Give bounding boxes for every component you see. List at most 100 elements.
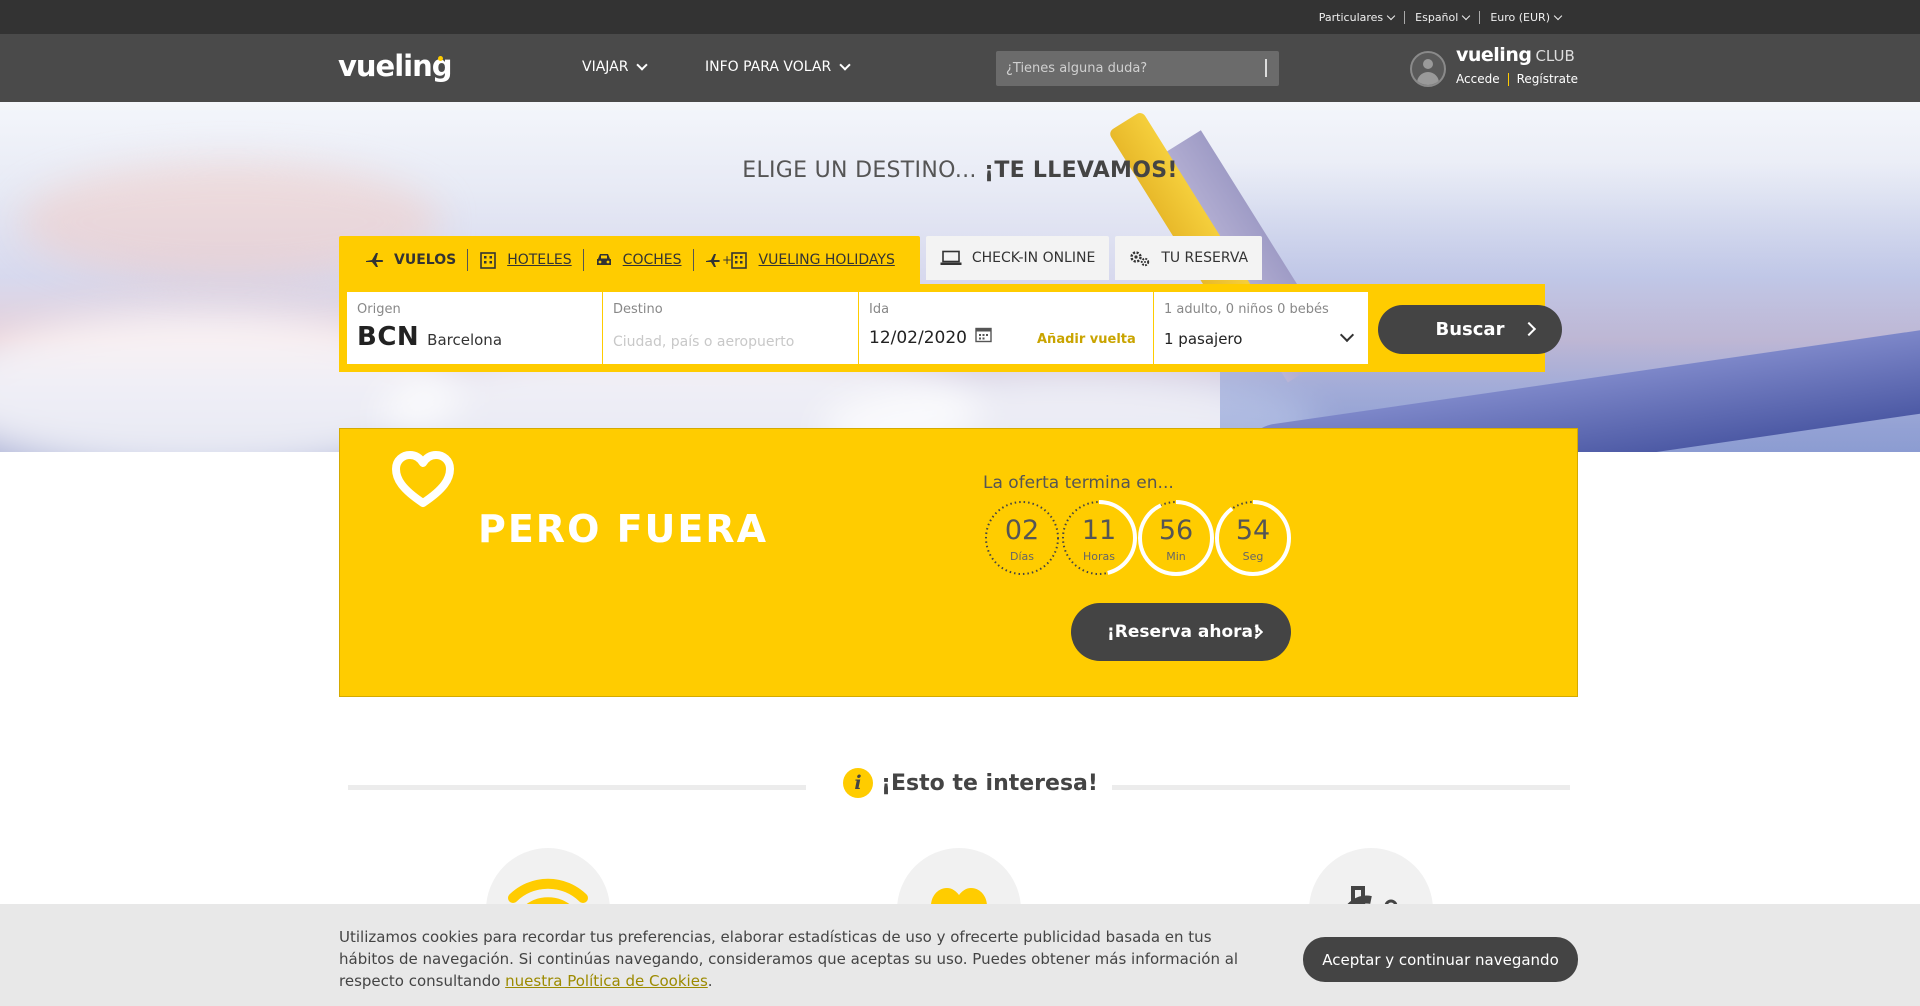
countdown-days-unit: Días <box>1010 550 1034 563</box>
laptop-icon <box>940 250 962 265</box>
club-brand: vueling CLUB <box>1456 44 1575 66</box>
countdown-minutes: 56 Min <box>1137 499 1215 577</box>
divider <box>1112 785 1570 790</box>
search-tabs: VUELOS HOTELES COCHES + VUELING HOLIDAYS… <box>339 236 1263 284</box>
divider <box>1507 73 1509 86</box>
plane-icon <box>366 253 384 267</box>
nav-info-label: INFO PARA VOLAR <box>705 59 832 75</box>
gears-icon <box>1130 251 1150 267</box>
countdown-minutes-value: 56 <box>1158 515 1194 546</box>
destination-label: Destino <box>613 302 663 317</box>
book-now-label: ¡Reserva ahora! <box>1107 622 1261 642</box>
cookie-message: Utilizamos cookies para recordar tus pre… <box>339 928 1239 990</box>
tab-coches-label: COCHES <box>622 252 682 268</box>
nav-viajar[interactable]: VIAJAR <box>582 58 649 75</box>
promo-title: PERO FUERA <box>478 507 769 551</box>
chevron-right-icon <box>1521 321 1537 337</box>
interest-title: i ¡Esto te interesa! <box>843 768 1098 798</box>
nav-viajar-label: VIAJAR <box>582 59 629 75</box>
countdown-days: 02 Días <box>983 499 1061 577</box>
origin-city: Barcelona <box>427 331 503 349</box>
departure-value: 12/02/2020 <box>869 326 992 348</box>
utility-bar: Particulares Español Euro (EUR) <box>0 0 1920 34</box>
accept-cookies-label: Aceptar y continuar navegando <box>1322 950 1559 969</box>
logo-dot-icon <box>438 56 443 61</box>
search-button-label: Buscar <box>1435 319 1505 340</box>
interest-title-text: ¡Esto te interesa! <box>881 770 1098 796</box>
add-return-link[interactable]: Añadir vuelta <box>1037 332 1136 347</box>
login-link[interactable]: Accede <box>1456 72 1500 86</box>
divider <box>348 785 806 790</box>
info-icon: i <box>843 768 873 798</box>
countdown-seconds: 54 Seg <box>1214 499 1292 577</box>
flight-search-form: Origen BCN Barcelona Destino Ciudad, paí… <box>339 284 1562 372</box>
language-selector[interactable]: Español <box>1404 10 1479 24</box>
currency-label: Euro (EUR) <box>1490 10 1550 24</box>
hotel-icon <box>480 252 496 269</box>
segment-selector[interactable]: Particulares <box>1309 11 1404 24</box>
origin-code: BCN <box>357 322 420 352</box>
calendar-icon[interactable] <box>975 326 992 343</box>
origin-field[interactable]: Origen BCN Barcelona <box>347 292 602 364</box>
countdown-days-value: 02 <box>1004 515 1040 546</box>
countdown-seconds-value: 54 <box>1235 515 1271 546</box>
tab-tu-reserva[interactable]: TU RESERVA <box>1115 236 1263 280</box>
language-label: Español <box>1415 10 1459 24</box>
club-brand-suffix: CLUB <box>1535 47 1575 65</box>
cookie-message-end: . <box>707 972 713 990</box>
hero-title-bold: ¡TE LLEVAMOS! <box>984 158 1178 183</box>
plane-plus-hotel-icon: + <box>705 252 747 269</box>
tab-hoteles-label: HOTELES <box>507 252 572 268</box>
chevron-down-icon <box>1386 11 1396 20</box>
chevron-down-icon <box>1553 11 1563 20</box>
tab-vueling-holidays[interactable]: + VUELING HOLIDAYS <box>692 249 906 271</box>
passengers-summary: 1 adulto, 0 niños 0 bebés <box>1164 302 1329 317</box>
help-search-input[interactable] <box>1006 61 1246 76</box>
car-icon <box>596 254 611 265</box>
user-avatar-icon[interactable] <box>1410 51 1446 87</box>
tab-hoteles[interactable]: HOTELES <box>467 249 582 271</box>
cookie-banner: Utilizamos cookies para recordar tus pre… <box>0 904 1920 1006</box>
tab-vuelos-label: VUELOS <box>394 252 457 268</box>
book-now-button[interactable]: ¡Reserva ahora! <box>1071 603 1291 661</box>
segment-label: Particulares <box>1318 10 1384 24</box>
currency-selector[interactable]: Euro (EUR) <box>1479 10 1571 24</box>
search-button[interactable]: Buscar <box>1378 305 1562 354</box>
chevron-down-icon <box>636 58 649 71</box>
passengers-field[interactable]: 1 adulto, 0 niños 0 bebés 1 pasajero <box>1154 292 1368 364</box>
tab-check-in-online[interactable]: CHECK-IN ONLINE <box>925 236 1110 280</box>
chevron-down-icon <box>839 58 851 71</box>
tab-coches[interactable]: COCHES <box>582 249 693 271</box>
countdown-minutes-unit: Min <box>1166 550 1186 563</box>
tab-vueling-holidays-label: VUELING HOLIDAYS <box>758 252 895 268</box>
origin-value: BCN Barcelona <box>357 322 502 352</box>
countdown-label: La oferta termina en... <box>983 473 1174 493</box>
nav-info-para-volar[interactable]: INFO PARA VOLAR <box>705 58 851 75</box>
register-link[interactable]: Regístrate <box>1517 72 1578 86</box>
departure-date: 12/02/2020 <box>869 328 967 348</box>
chevron-down-icon <box>1339 327 1355 343</box>
vueling-logo[interactable]: vueling <box>338 49 453 83</box>
tab-tu-reserva-label: TU RESERVA <box>1161 250 1249 266</box>
countdown-hours-unit: Horas <box>1083 550 1115 563</box>
origin-label: Origen <box>357 302 401 317</box>
promo-banner: PERO FUERA La oferta termina en... 02 Dí… <box>339 428 1578 697</box>
passengers-value: 1 pasajero <box>1164 330 1243 348</box>
destination-field[interactable]: Destino Ciudad, país o aeropuerto <box>603 292 858 364</box>
countdown-hours: 11 Horas <box>1060 499 1138 577</box>
countdown-hours-value: 11 <box>1081 515 1117 546</box>
hero-title: ELIGE UN DESTINO... ¡TE LLEVAMOS! <box>0 158 1920 183</box>
tab-check-in-label: CHECK-IN ONLINE <box>971 250 1096 266</box>
booking-tabs-group: VUELOS HOTELES COCHES + VUELING HOLIDAYS <box>339 236 920 284</box>
chevron-down-icon <box>1462 11 1471 20</box>
tab-vuelos[interactable]: VUELOS <box>353 249 467 271</box>
hero-title-plain: ELIGE UN DESTINO... <box>742 158 984 183</box>
interest-section-header: i ¡Esto te interesa! <box>0 768 1920 798</box>
departure-label: Ida <box>869 302 890 317</box>
heart-icon <box>392 451 454 507</box>
departure-date-field[interactable]: Ida 12/02/2020 Añadir vuelta <box>859 292 1153 364</box>
accept-cookies-button[interactable]: Aceptar y continuar navegando <box>1303 937 1578 982</box>
countdown-seconds-unit: Seg <box>1242 550 1264 563</box>
destination-placeholder: Ciudad, país o aeropuerto <box>613 334 795 350</box>
cookie-policy-link[interactable]: nuestra Política de Cookies <box>505 972 708 990</box>
